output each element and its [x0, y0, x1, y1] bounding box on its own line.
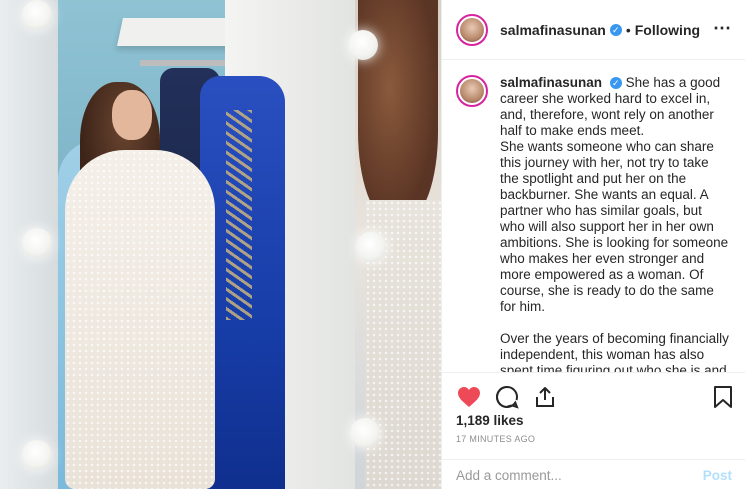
verified-badge-icon: ✓	[609, 77, 622, 89]
photo-bulb	[348, 30, 378, 60]
post-header: salmafinasunan ✓ • Following ⋯	[442, 0, 745, 60]
photo-bulb	[350, 418, 380, 448]
action-icons	[456, 383, 570, 411]
header-username[interactable]: salmafinasunan	[500, 22, 606, 38]
photo-bulb	[22, 440, 52, 470]
caption-username[interactable]: salmafinasunan	[500, 75, 602, 90]
photo-bulb	[22, 228, 52, 258]
avatar[interactable]	[456, 13, 488, 46]
caption-area[interactable]: salmafinasunan ✓ She has a good career s…	[442, 61, 745, 372]
post-timestamp[interactable]: 17 MINUTES AGO	[456, 434, 535, 444]
actions-bar: 1,189 likes 17 MINUTES AGO Post	[442, 372, 745, 489]
caption-paragraph: salmafinasunan ✓ She has a good career s…	[500, 75, 730, 315]
comment-input[interactable]	[456, 467, 703, 483]
share-icon	[536, 387, 554, 407]
avatar-image	[460, 79, 484, 103]
caption-avatar[interactable]	[456, 75, 488, 107]
avatar-image	[460, 17, 484, 42]
like-button[interactable]	[456, 384, 482, 410]
post-sidebar: salmafinasunan ✓ • Following ⋯ salmafina…	[441, 0, 745, 489]
photo-gown-embroidery	[226, 110, 252, 320]
comment-row: Post	[442, 459, 745, 489]
like-count[interactable]: 1,189 likes	[456, 413, 524, 428]
bookmark-icon	[714, 386, 732, 408]
comment-button[interactable]	[494, 384, 520, 410]
verified-badge-icon: ✓	[609, 23, 622, 36]
caption-paragraph: Over the years of becoming financially i…	[500, 331, 729, 372]
more-options-icon[interactable]: ⋯	[713, 18, 732, 39]
share-button[interactable]	[532, 384, 558, 410]
photo-woman-face	[112, 90, 152, 140]
caption-text: She has a good career she worked hard to…	[500, 75, 729, 314]
save-button[interactable]	[712, 385, 734, 409]
comment-icon	[496, 386, 519, 409]
header-separator: •	[625, 21, 631, 38]
following-button[interactable]: Following	[635, 22, 700, 38]
caption-body: salmafinasunan ✓ She has a good career s…	[500, 75, 730, 372]
photo-woman-dress	[65, 150, 215, 489]
photo-bulb	[22, 0, 52, 30]
post-comment-button[interactable]: Post	[703, 468, 732, 483]
photo-bulb	[356, 232, 386, 262]
post-photo[interactable]	[0, 0, 441, 489]
heart-icon	[458, 387, 480, 407]
